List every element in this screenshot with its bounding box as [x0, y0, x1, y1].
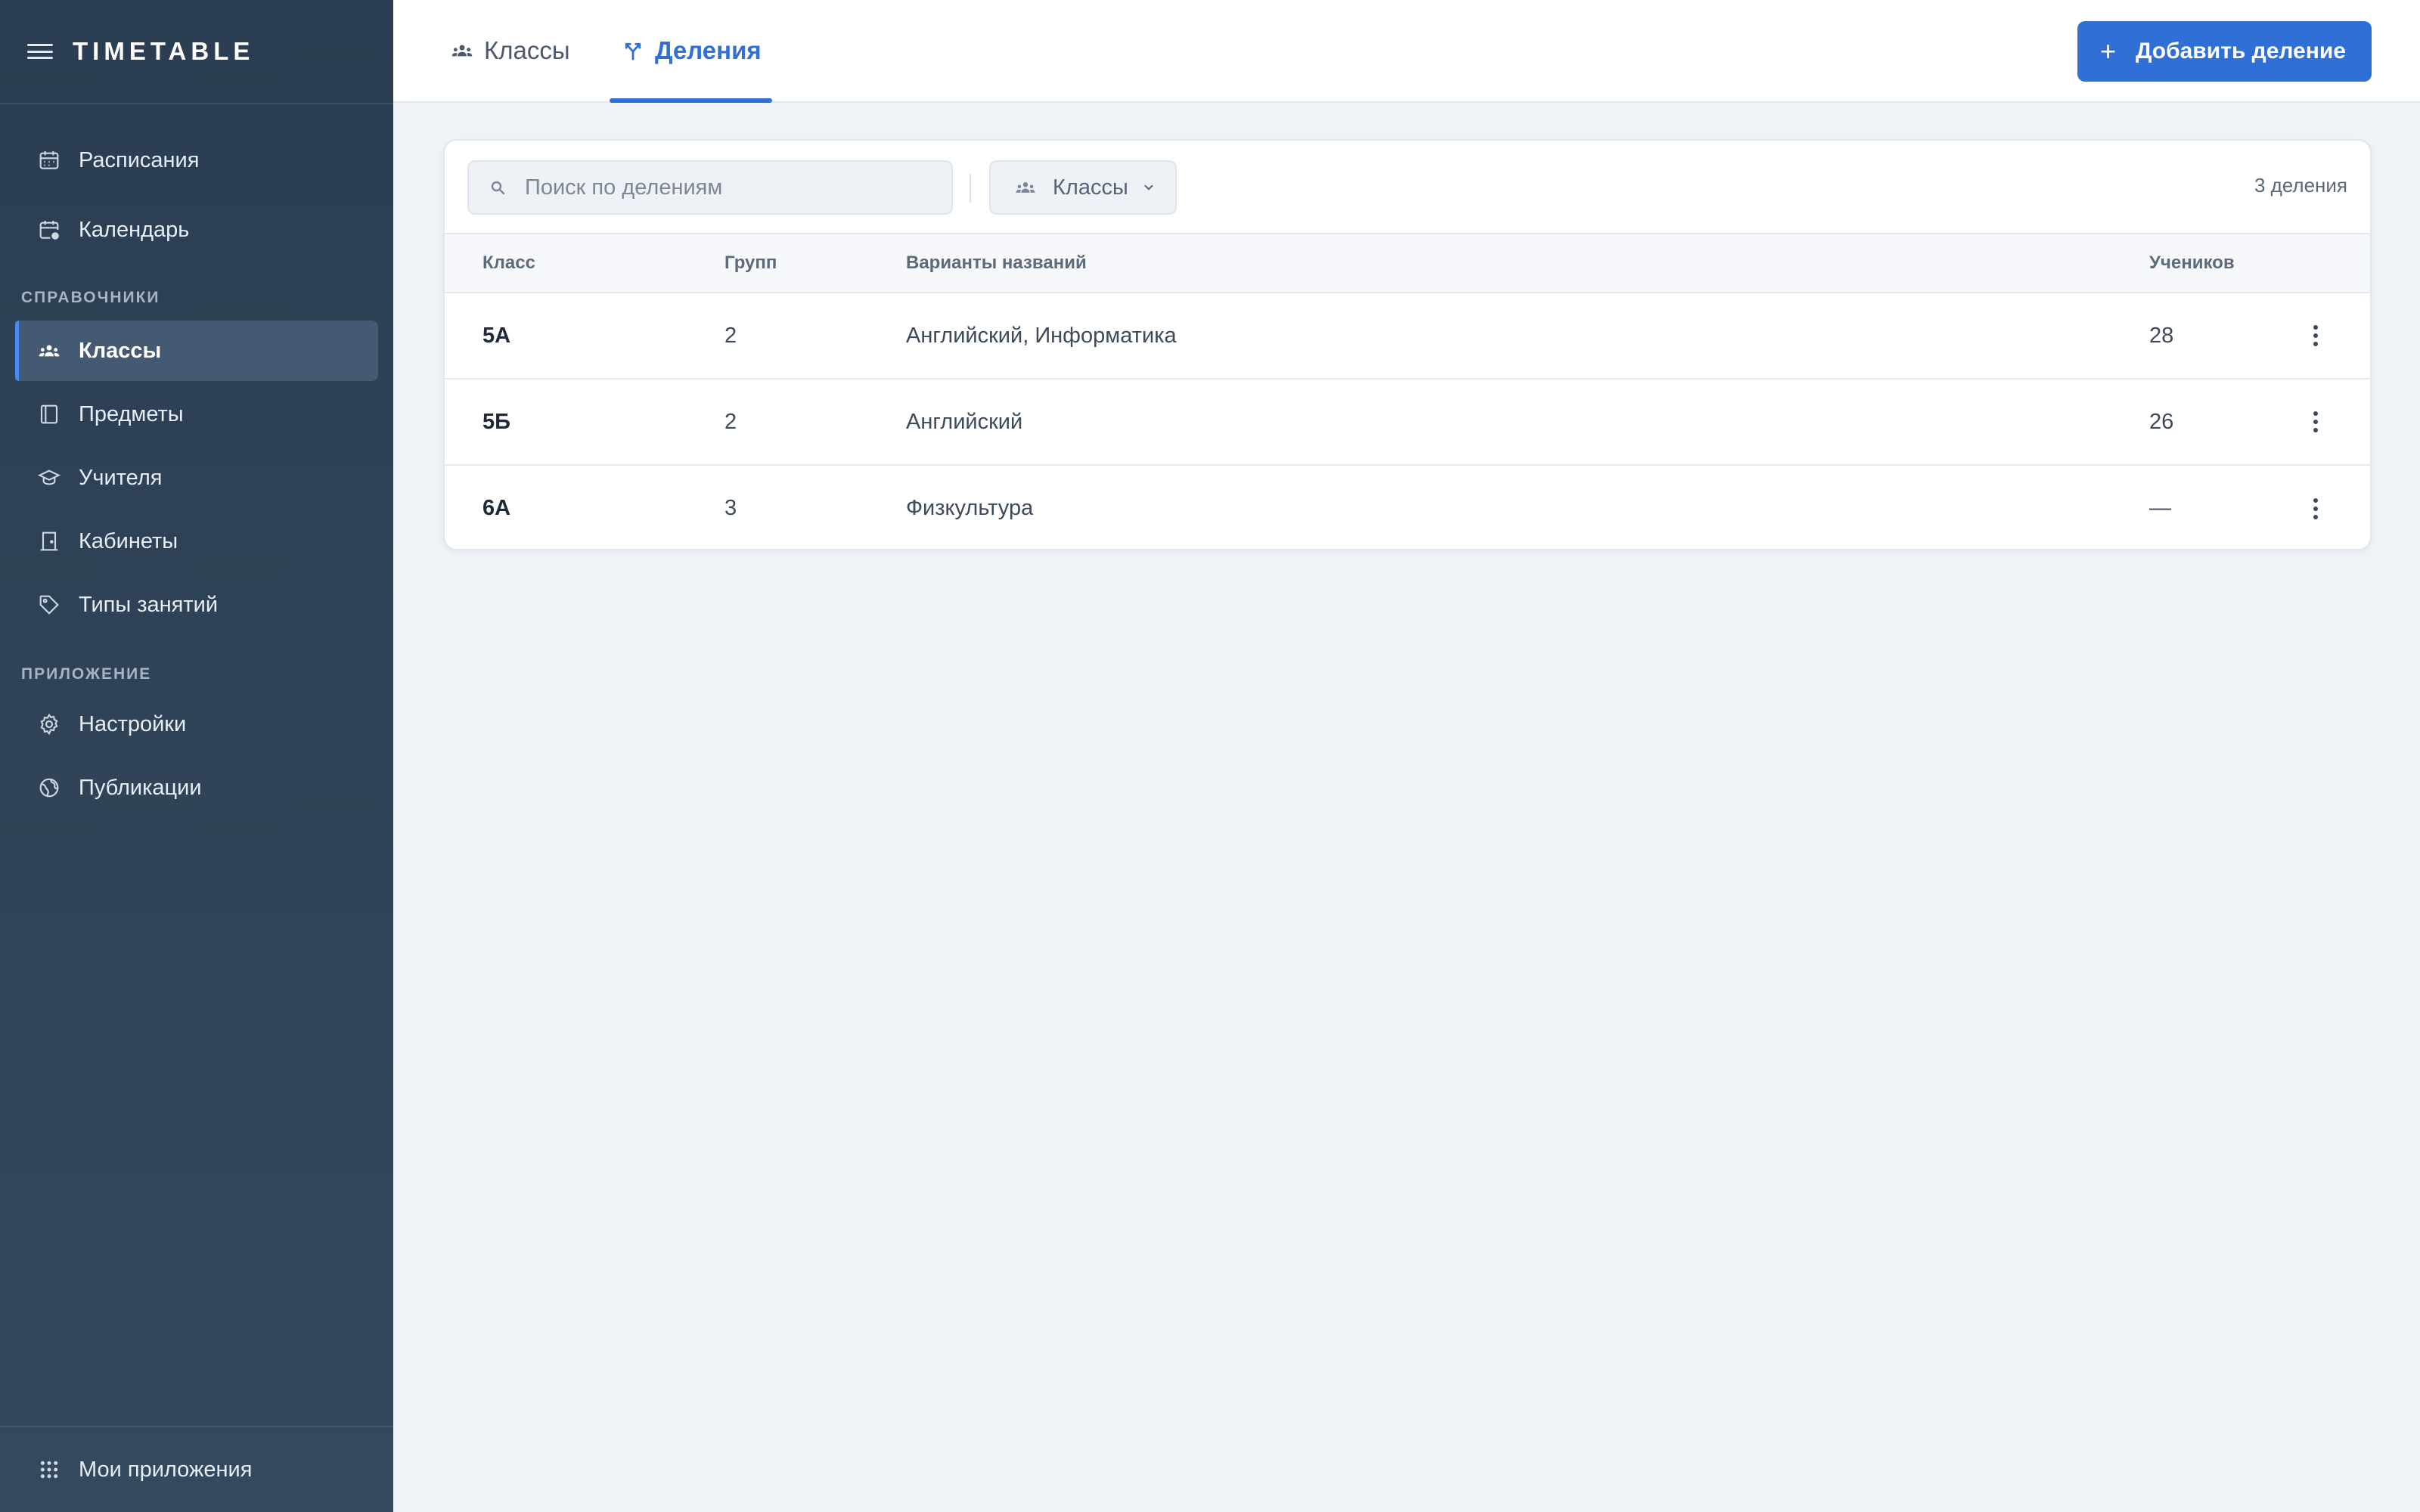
grid-icon — [36, 1457, 62, 1483]
tab-classes[interactable]: Классы — [449, 0, 570, 101]
cell-names: Английский, Информатика — [906, 323, 1177, 348]
cell-groups: 2 — [724, 378, 906, 465]
more-actions-icon[interactable] — [2301, 494, 2331, 524]
cell-class: 5Б — [482, 378, 724, 465]
users-icon — [449, 38, 475, 64]
sidebar-item-label: Публикации — [79, 775, 202, 800]
sidebar-item-lesson-types[interactable]: Типы занятий — [15, 575, 378, 635]
add-division-button[interactable]: + Добавить деление — [2077, 21, 2372, 82]
cell-names: Физкультура — [906, 464, 2149, 549]
chevron-down-icon — [1142, 181, 1156, 194]
app-title: TIMETABLE — [73, 37, 255, 65]
sidebar-item-classes[interactable]: Классы — [15, 321, 378, 381]
book-icon — [36, 401, 62, 427]
sidebar-item-subjects[interactable]: Предметы — [15, 384, 378, 445]
graduation-cap-icon — [36, 465, 62, 491]
add-button-label: Добавить деление — [2136, 39, 2346, 64]
class-filter-dropdown[interactable]: Классы — [989, 160, 1177, 215]
door-icon — [36, 528, 62, 554]
section-label-app: ПРИЛОЖЕНИЕ — [21, 665, 152, 683]
cell-class: 6А — [482, 464, 724, 549]
sidebar-item-calendar[interactable]: Календарь — [15, 200, 378, 260]
cell-students: 28 — [2149, 323, 2174, 348]
cell-students: — — [2149, 464, 2301, 549]
sidebar-item-label: Типы занятий — [79, 592, 219, 617]
sidebar-item-label: Предметы — [79, 401, 184, 426]
sidebar-item-rooms[interactable]: Кабинеты — [15, 511, 378, 572]
brand-header: TIMETABLE — [0, 0, 393, 104]
table-row[interactable]: 5А 2 Английский, Информатика 28 — [445, 293, 2370, 379]
sidebar-item-label: Мои приложения — [79, 1457, 253, 1482]
table-row[interactable]: 5Б 2 Английский 26 — [445, 378, 2370, 465]
sidebar-item-label: Учителя — [79, 465, 163, 490]
column-header-names[interactable]: Варианты названий — [906, 233, 2149, 293]
search-icon — [489, 178, 508, 197]
result-count: 3 деления — [2254, 174, 2347, 197]
tab-label: Классы — [484, 36, 570, 64]
cell-names: Английский — [906, 378, 2149, 465]
toolbar-divider — [970, 174, 971, 203]
divisions-card: Классы 3 деления Класс Групп Варианты на… — [443, 139, 2372, 550]
sidebar-item-settings[interactable]: Настройки — [15, 694, 378, 754]
sidebar-item-label: Настройки — [79, 711, 187, 736]
table-row[interactable]: 6А 3 Физкультура — — [445, 464, 2370, 549]
sidebar-item-label: Классы — [79, 338, 162, 363]
menu-icon[interactable] — [27, 41, 53, 62]
tab-divisions[interactable]: Деления — [610, 0, 772, 103]
cell-class: 5А — [482, 323, 511, 348]
sidebar-item-publications[interactable]: Публикации — [15, 758, 378, 818]
more-actions-icon[interactable] — [2301, 321, 2331, 351]
column-header-students[interactable]: Учеников — [2149, 233, 2301, 293]
users-icon — [1010, 176, 1041, 199]
users-icon — [36, 338, 62, 364]
plus-icon: + — [2100, 36, 2117, 67]
cell-groups: 2 — [724, 323, 737, 348]
my-apps-button[interactable]: Мои приложения — [15, 1439, 378, 1500]
more-actions-icon[interactable] — [2301, 407, 2331, 437]
filter-label: Классы — [1053, 175, 1128, 200]
column-header-groups[interactable]: Групп — [724, 233, 906, 293]
tag-icon — [36, 592, 62, 618]
sidebar-item-teachers[interactable]: Учителя — [15, 448, 378, 508]
split-icon — [620, 38, 646, 64]
column-header-class[interactable]: Класс — [482, 233, 724, 293]
sidebar-item-label: Календарь — [79, 217, 190, 242]
topbar: Классы Деления + Добавить деление — [393, 0, 2420, 103]
calendar-icon — [36, 147, 62, 173]
table-header-row: Класс Групп Варианты названий Учеников — [445, 233, 2370, 293]
table-toolbar: Классы 3 деления — [445, 141, 2370, 233]
sidebar-item-label: Кабинеты — [79, 528, 178, 553]
gear-icon — [36, 711, 62, 737]
search-box[interactable] — [467, 160, 953, 215]
section-label-references: СПРАВОЧНИКИ — [21, 289, 160, 306]
divisions-table: Класс Групп Варианты названий Учеников 5… — [445, 233, 2370, 549]
calendar-clock-icon — [36, 217, 62, 243]
sidebar-footer: Мои приложения — [0, 1426, 393, 1512]
cell-students: 26 — [2149, 378, 2301, 465]
tab-label: Деления — [655, 36, 762, 64]
sidebar-item-schedules[interactable]: Расписания — [15, 130, 378, 191]
globe-icon — [36, 775, 62, 801]
search-input[interactable] — [525, 175, 948, 200]
sidebar: TIMETABLE Расписания Календарь СПРАВОЧНИ… — [0, 0, 393, 1512]
sidebar-item-label: Расписания — [79, 147, 200, 172]
cell-groups: 3 — [724, 464, 906, 549]
